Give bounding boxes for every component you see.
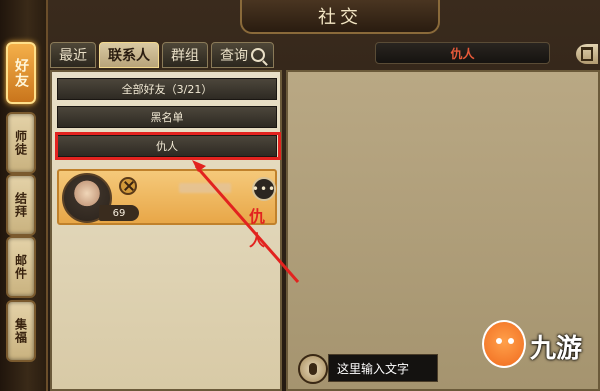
side-tab-label: 集福 [13, 318, 28, 344]
title-bar: 社交 [240, 0, 440, 34]
level-badge: 69 [99, 205, 139, 221]
chat-input[interactable]: 这里输入文字 [328, 354, 438, 382]
tab-label: 群组 [171, 48, 199, 64]
tab-contacts[interactable]: 联系人 [99, 42, 159, 68]
friend-card[interactable]: 69 ••• 仇人 [57, 169, 277, 250]
highlight-box [55, 132, 281, 160]
friend-name-redacted [179, 183, 231, 193]
side-tab-label: 师徒 [13, 130, 28, 156]
page-title: 社交 [318, 7, 362, 28]
crossed-swords-icon [119, 177, 137, 195]
chat-header-label: 仇人 [450, 46, 475, 61]
chat-input-placeholder: 这里输入文字 [337, 361, 410, 376]
jiuyou-logo: 九游 [480, 318, 590, 378]
tab-search[interactable]: 查询 [211, 42, 274, 68]
microphone-icon[interactable] [298, 354, 328, 384]
more-button[interactable]: ••• [252, 177, 276, 201]
side-tab-mail[interactable]: 邮件 [6, 236, 36, 298]
top-tab-row: 最近 联系人 群组 查询 [50, 42, 274, 70]
side-tab-label: 邮件 [13, 254, 28, 280]
logo-text: 九游 [530, 334, 583, 364]
tab-recent[interactable]: 最近 [50, 42, 96, 68]
side-tab-friends[interactable]: 好友 [6, 42, 36, 104]
side-tab-sworn[interactable]: 结拜 [6, 174, 36, 236]
contact-list-panel: 全部好友（3/21） 黑名单 仇人 69 ••• 仇人 [50, 70, 282, 391]
search-icon [251, 48, 265, 62]
side-tab-label: 结拜 [13, 192, 28, 218]
group-all-friends[interactable]: 全部好友（3/21） [57, 78, 277, 100]
trash-icon[interactable] [576, 44, 598, 64]
mascot-icon [482, 320, 526, 368]
tab-groups[interactable]: 群组 [162, 42, 208, 68]
side-tab-blessing[interactable]: 集福 [6, 300, 36, 362]
side-tab-label: 好友 [13, 58, 29, 88]
enemy-annotation: 仇人 [249, 207, 266, 250]
tab-label: 查询 [220, 48, 248, 64]
group-blacklist[interactable]: 黑名单 [57, 106, 277, 128]
group-label: 黑名单 [150, 111, 184, 124]
chat-header: 仇人 [375, 42, 550, 64]
side-tab-strip: 好友 师徒 结拜 邮件 集福 [0, 0, 48, 391]
side-tab-mentor[interactable]: 师徒 [6, 112, 36, 174]
group-label: 全部好友（3/21） [121, 83, 213, 96]
tab-label: 联系人 [108, 48, 150, 64]
tab-label: 最近 [59, 48, 87, 64]
